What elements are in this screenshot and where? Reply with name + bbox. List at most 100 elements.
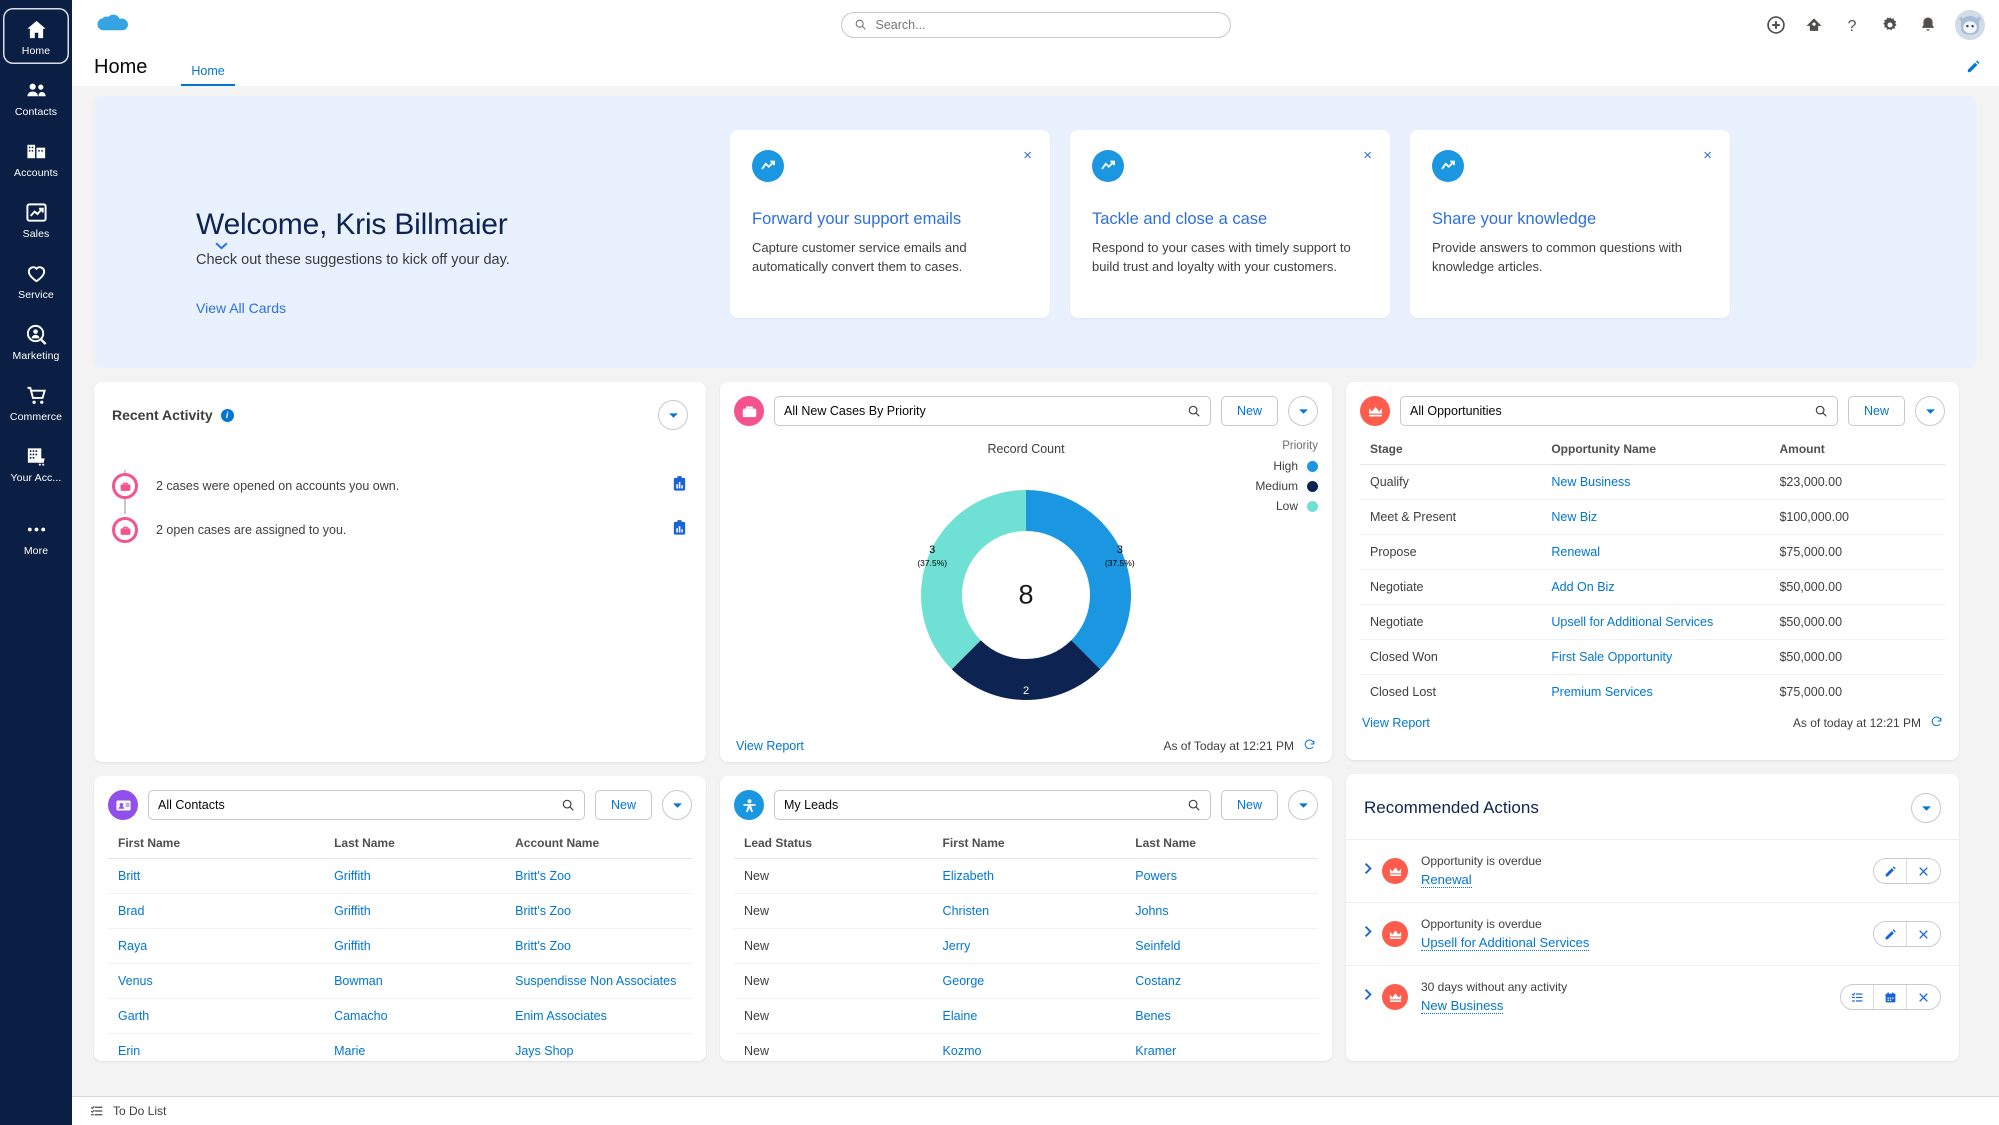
cases-menu-button[interactable] [1288, 396, 1318, 426]
cell-account-name[interactable]: Suspendisse Non Associates [505, 963, 692, 999]
cell-opportunity-name[interactable]: Renewal [1541, 534, 1770, 570]
cell-last-name[interactable]: Camacho [324, 998, 506, 1034]
table-row[interactable]: Negotiate Add On Biz $50,000.00 [1360, 569, 1945, 605]
new-task-button[interactable] [1841, 985, 1874, 1009]
cell-first-name[interactable]: Kozmo [932, 1033, 1126, 1061]
cell-opportunity-name[interactable]: New Business [1541, 464, 1770, 500]
leads-listview-input[interactable]: My Leads [774, 790, 1211, 820]
cell-last-name[interactable]: Kramer [1125, 1033, 1318, 1061]
donut-segment-medium[interactable] [951, 640, 1101, 700]
sidebar-item-home[interactable]: Home [3, 8, 69, 64]
cell-first-name[interactable]: Venus [108, 963, 325, 999]
table-row[interactable]: Negotiate Upsell for Additional Services $… [1360, 604, 1945, 640]
cell-last-name[interactable]: Powers [1125, 858, 1318, 894]
table-row[interactable]: New Jerry Seinfeld [734, 928, 1318, 964]
table-row[interactable]: New Elaine Benes [734, 998, 1318, 1034]
favorites-icon[interactable] [1803, 14, 1824, 35]
sidebar-item-commerce[interactable]: Commerce [3, 374, 69, 430]
cell-first-name[interactable]: Garth [108, 998, 325, 1034]
recommended-action-record[interactable]: New Business [1421, 998, 1504, 1014]
new-event-button[interactable] [1874, 985, 1907, 1009]
leads-new-button[interactable]: New [1220, 790, 1278, 820]
cell-last-name[interactable]: Johns [1125, 893, 1318, 929]
tab-home[interactable]: Home [181, 64, 236, 86]
recommended-action-record[interactable]: Upsell for Additional Services [1421, 935, 1590, 951]
col-stage[interactable]: Stage [1360, 436, 1542, 465]
chevron-right-icon[interactable] [1364, 862, 1372, 880]
cell-account-name[interactable]: Britt's Zoo [505, 858, 692, 894]
cell-last-name[interactable]: Griffith [324, 858, 506, 894]
sidebar-item-more[interactable]: More [3, 508, 69, 564]
col-last-name[interactable]: Last Name [1125, 830, 1318, 859]
cell-first-name[interactable]: Brad [108, 893, 325, 929]
table-row[interactable]: New Elizabeth Powers [734, 858, 1318, 894]
refresh-icon[interactable] [1303, 738, 1316, 754]
recent-activity-menu-button[interactable] [658, 400, 688, 430]
dismiss-button[interactable] [1907, 859, 1940, 883]
cell-first-name[interactable]: Britt [108, 858, 325, 894]
cell-last-name[interactable]: Costanz [1125, 963, 1318, 999]
opportunities-new-button[interactable]: New [1847, 396, 1905, 426]
cell-last-name[interactable]: Marie [324, 1033, 506, 1061]
close-icon[interactable]: × [1023, 148, 1032, 163]
col-first-name[interactable]: First Name [932, 830, 1126, 859]
cell-opportunity-name[interactable]: Upsell for Additional Services [1541, 604, 1770, 640]
view-report-link[interactable]: View Report [736, 739, 804, 753]
cell-first-name[interactable]: Elaine [932, 998, 1126, 1034]
table-row[interactable]: Britt Griffith Britt's Zoo [108, 858, 692, 894]
welcome-card-title[interactable]: Forward your support emails [752, 210, 1028, 229]
legend-item-high[interactable]: High [1255, 459, 1318, 473]
sidebar-item-sales[interactable]: Sales [3, 191, 69, 247]
cell-last-name[interactable]: Griffith [324, 928, 506, 964]
user-avatar[interactable] [1955, 9, 1985, 40]
leads-menu-button[interactable] [1288, 790, 1318, 820]
notifications-bell-icon[interactable] [1917, 14, 1938, 35]
dismiss-button[interactable] [1907, 985, 1940, 1009]
todo-list-label[interactable]: To Do List [113, 1104, 166, 1118]
cell-account-name[interactable]: Enim Associates [505, 998, 692, 1034]
cases-listview-input[interactable]: All New Cases By Priority [774, 396, 1211, 426]
table-row[interactable]: Garth Camacho Enim Associates [108, 998, 692, 1034]
table-row[interactable]: New George Costanz [734, 963, 1318, 999]
table-row[interactable]: Brad Griffith Britt's Zoo [108, 893, 692, 929]
view-all-cards-link[interactable]: View All Cards [196, 300, 286, 316]
cell-first-name[interactable]: Elizabeth [932, 858, 1126, 894]
col-lead-status[interactable]: Lead Status [734, 830, 933, 859]
help-icon[interactable]: ? [1841, 14, 1862, 35]
cell-last-name[interactable]: Bowman [324, 963, 506, 999]
table-row[interactable]: Venus Bowman Suspendisse Non Associates [108, 963, 692, 999]
opportunities-menu-button[interactable] [1915, 396, 1945, 426]
welcome-card-title[interactable]: Share your knowledge [1432, 210, 1708, 229]
cell-first-name[interactable]: Christen [932, 893, 1126, 929]
table-row[interactable]: Qualify New Business $23,000.00 [1360, 464, 1945, 500]
sidebar-item-contacts[interactable]: Contacts [3, 69, 69, 125]
table-row[interactable]: New Kozmo Kramer [734, 1033, 1318, 1061]
table-row[interactable]: Meet & Present New Biz $100,000.00 [1360, 499, 1945, 535]
setup-gear-icon[interactable] [1879, 14, 1900, 35]
add-icon[interactable] [1765, 14, 1786, 35]
search-input[interactable]: Search... [840, 11, 1231, 38]
contacts-new-button[interactable]: New [594, 790, 652, 820]
col-first-name[interactable]: First Name [108, 830, 325, 859]
chevron-right-icon[interactable] [1364, 988, 1372, 1006]
table-row[interactable]: Propose Renewal $75,000.00 [1360, 534, 1945, 570]
donut-segment-low[interactable] [921, 490, 1026, 670]
legend-item-medium[interactable]: Medium [1255, 479, 1318, 493]
cases-new-button[interactable]: New [1220, 396, 1278, 426]
table-row[interactable]: Erin Marie Jays Shop [108, 1033, 692, 1061]
table-row[interactable]: Closed Won First Sale Opportunity $50,000.… [1360, 639, 1945, 675]
view-report-link[interactable]: View Report [1362, 716, 1430, 730]
cell-first-name[interactable]: Jerry [932, 928, 1126, 964]
cell-last-name[interactable]: Benes [1125, 998, 1318, 1034]
dismiss-button[interactable] [1907, 922, 1940, 946]
cell-last-name[interactable]: Seinfeld [1125, 928, 1318, 964]
cell-first-name[interactable]: Raya [108, 928, 325, 964]
cell-opportunity-name[interactable]: First Sale Opportunity [1541, 639, 1770, 675]
pencil-icon[interactable] [1966, 59, 1981, 79]
refresh-icon[interactable] [1930, 715, 1943, 731]
cell-first-name[interactable]: George [932, 963, 1126, 999]
table-row[interactable]: New Christen Johns [734, 893, 1318, 929]
contacts-menu-button[interactable] [662, 790, 692, 820]
cell-account-name[interactable]: Jays Shop [505, 1033, 692, 1061]
report-icon[interactable] [671, 475, 688, 497]
